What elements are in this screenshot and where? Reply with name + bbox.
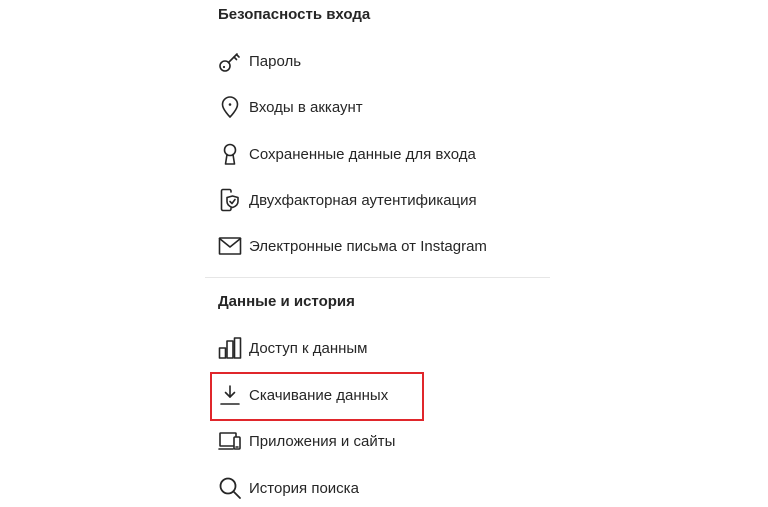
menu-item-instagram-emails[interactable]: Электронные письма от Instagram bbox=[217, 231, 547, 261]
keyhole-icon bbox=[217, 141, 243, 167]
menu-item-saved-login[interactable]: Сохраненные данные для входа bbox=[217, 139, 547, 169]
settings-panel: Безопасность входа Пароль Входы в аккаун… bbox=[205, 0, 550, 507]
devices-icon bbox=[217, 428, 243, 454]
menu-item-search-history[interactable]: История поиска bbox=[217, 473, 547, 503]
menu-item-label: Двухфакторная аутентификация bbox=[249, 191, 477, 209]
menu-item-password[interactable]: Пароль bbox=[217, 46, 547, 76]
location-pin-icon bbox=[217, 94, 243, 120]
menu-item-two-factor[interactable]: Двухфакторная аутентификация bbox=[217, 185, 547, 215]
menu-item-download-data[interactable]: Скачивание данных bbox=[217, 380, 547, 410]
menu-item-label: Приложения и сайты bbox=[249, 432, 396, 450]
section-title-data-history: Данные и история bbox=[218, 293, 355, 310]
menu-item-label: Сохраненные данные для входа bbox=[249, 145, 476, 163]
section-title-login-security: Безопасность входа bbox=[218, 6, 371, 23]
menu-item-apps-websites[interactable]: Приложения и сайты bbox=[217, 426, 547, 456]
menu-item-label: Скачивание данных bbox=[249, 386, 389, 404]
key-icon bbox=[217, 48, 243, 74]
search-icon bbox=[217, 475, 243, 501]
menu-item-label: Электронные письма от Instagram bbox=[249, 237, 487, 255]
bar-chart-icon bbox=[217, 335, 243, 361]
menu-item-label: Доступ к данным bbox=[249, 339, 368, 357]
menu-item-label: История поиска bbox=[249, 479, 359, 497]
menu-item-label: Пароль bbox=[249, 52, 302, 70]
menu-item-label: Входы в аккаунт bbox=[249, 98, 363, 116]
section-divider bbox=[205, 277, 550, 278]
phone-shield-icon bbox=[217, 187, 243, 213]
mail-icon bbox=[217, 233, 243, 259]
menu-item-access-data[interactable]: Доступ к данным bbox=[217, 333, 547, 363]
menu-item-login-activity[interactable]: Входы в аккаунт bbox=[217, 92, 547, 122]
download-icon bbox=[217, 382, 243, 408]
